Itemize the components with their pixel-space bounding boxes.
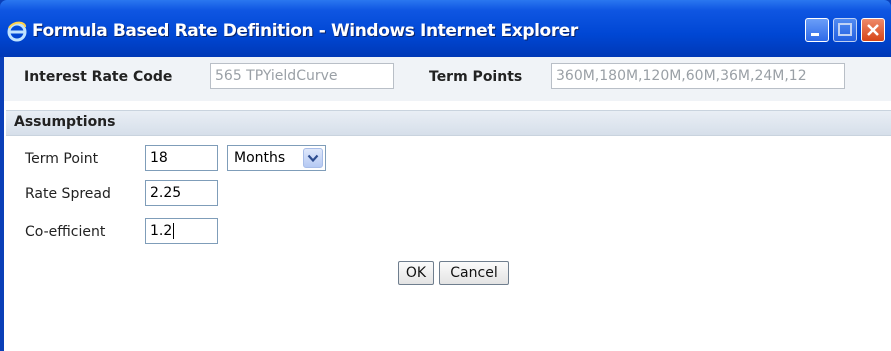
minimize-button[interactable] [805, 18, 829, 42]
coefficient-value: 1.2 [150, 223, 173, 239]
interest-rate-code-field: 565 TPYieldCurve [210, 63, 394, 89]
term-points-label: Term Points [429, 69, 523, 85]
term-unit-dropdown-button[interactable] [303, 148, 323, 168]
close-icon [867, 24, 879, 36]
chevron-down-icon [307, 154, 319, 163]
rate-info-row: Interest Rate Code 565 TPYieldCurve Term… [4, 57, 891, 101]
interest-rate-code-label: Interest Rate Code [24, 69, 173, 85]
maximize-icon [838, 23, 852, 36]
section-title: Assumptions [14, 114, 116, 130]
coefficient-label: Co-efficient [25, 224, 106, 240]
term-unit-select[interactable]: Months [227, 145, 326, 171]
dialog-content: Interest Rate Code 565 TPYieldCurve Term… [4, 57, 891, 351]
title-bar[interactable]: Formula Based Rate Definition - Windows … [0, 0, 891, 57]
term-point-input[interactable]: 18 [145, 145, 218, 171]
minimize-icon [811, 33, 819, 36]
term-points-field: 360M,180M,120M,60M,36M,24M,12 [551, 63, 845, 89]
coefficient-input[interactable]: 1.2 [145, 218, 218, 244]
assumptions-section-header: Assumptions [6, 110, 891, 136]
ok-button[interactable]: OK [398, 261, 434, 285]
rate-spread-label: Rate Spread [25, 186, 111, 202]
rate-spread-input[interactable]: 2.25 [145, 180, 218, 206]
cancel-button[interactable]: Cancel [439, 261, 509, 285]
term-point-label: Term Point [25, 151, 99, 167]
close-button[interactable] [861, 18, 885, 42]
maximize-button[interactable] [833, 18, 857, 42]
text-caret [173, 223, 175, 239]
browser-window: Formula Based Rate Definition - Windows … [0, 0, 891, 351]
window-title: Formula Based Rate Definition - Windows … [32, 21, 578, 41]
ie-icon [7, 21, 27, 42]
term-unit-selected: Months [234, 150, 286, 166]
